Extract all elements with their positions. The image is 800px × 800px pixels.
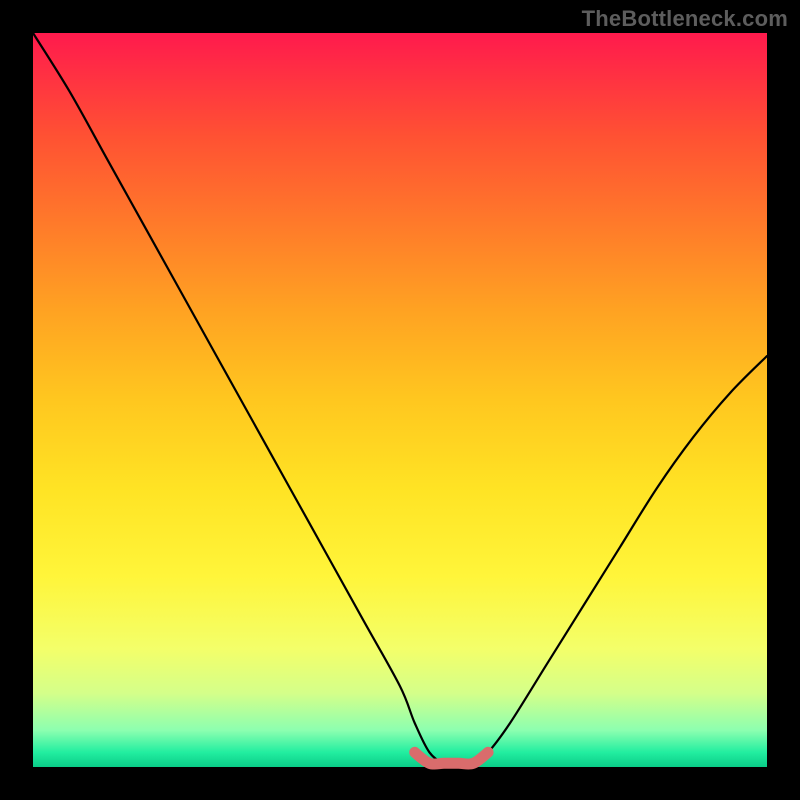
sweet-spot-band <box>415 752 488 764</box>
curve-layer <box>33 33 767 767</box>
plot-area <box>33 33 767 767</box>
watermark-text: TheBottleneck.com <box>582 6 788 32</box>
chart-frame: TheBottleneck.com <box>0 0 800 800</box>
bottleneck-curve <box>33 33 767 764</box>
